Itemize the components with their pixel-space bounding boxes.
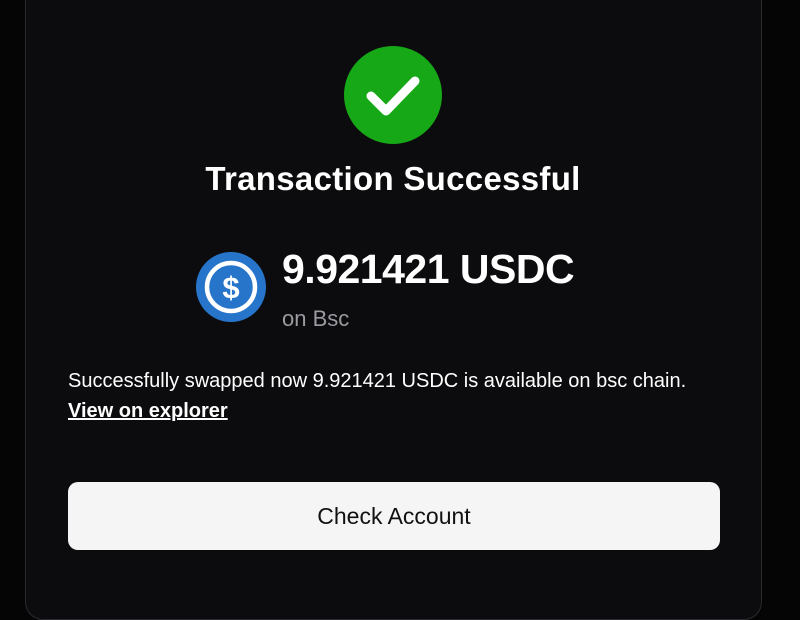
check-account-button[interactable]: Check Account <box>68 482 720 550</box>
svg-text:$: $ <box>222 270 239 305</box>
view-on-explorer-link[interactable]: View on explorer <box>68 400 228 422</box>
check-icon <box>344 46 442 144</box>
success-message: Successfully swapped now 9.921421 USDC i… <box>68 366 728 426</box>
transaction-title: Transaction Successful <box>205 160 581 197</box>
success-message-text: Successfully swapped now 9.921421 USDC i… <box>68 370 687 392</box>
usdc-logo-icon: $ <box>196 252 266 322</box>
swap-amount: 9.921421 USDC <box>282 246 575 292</box>
network-label: on Bsc <box>282 306 350 331</box>
